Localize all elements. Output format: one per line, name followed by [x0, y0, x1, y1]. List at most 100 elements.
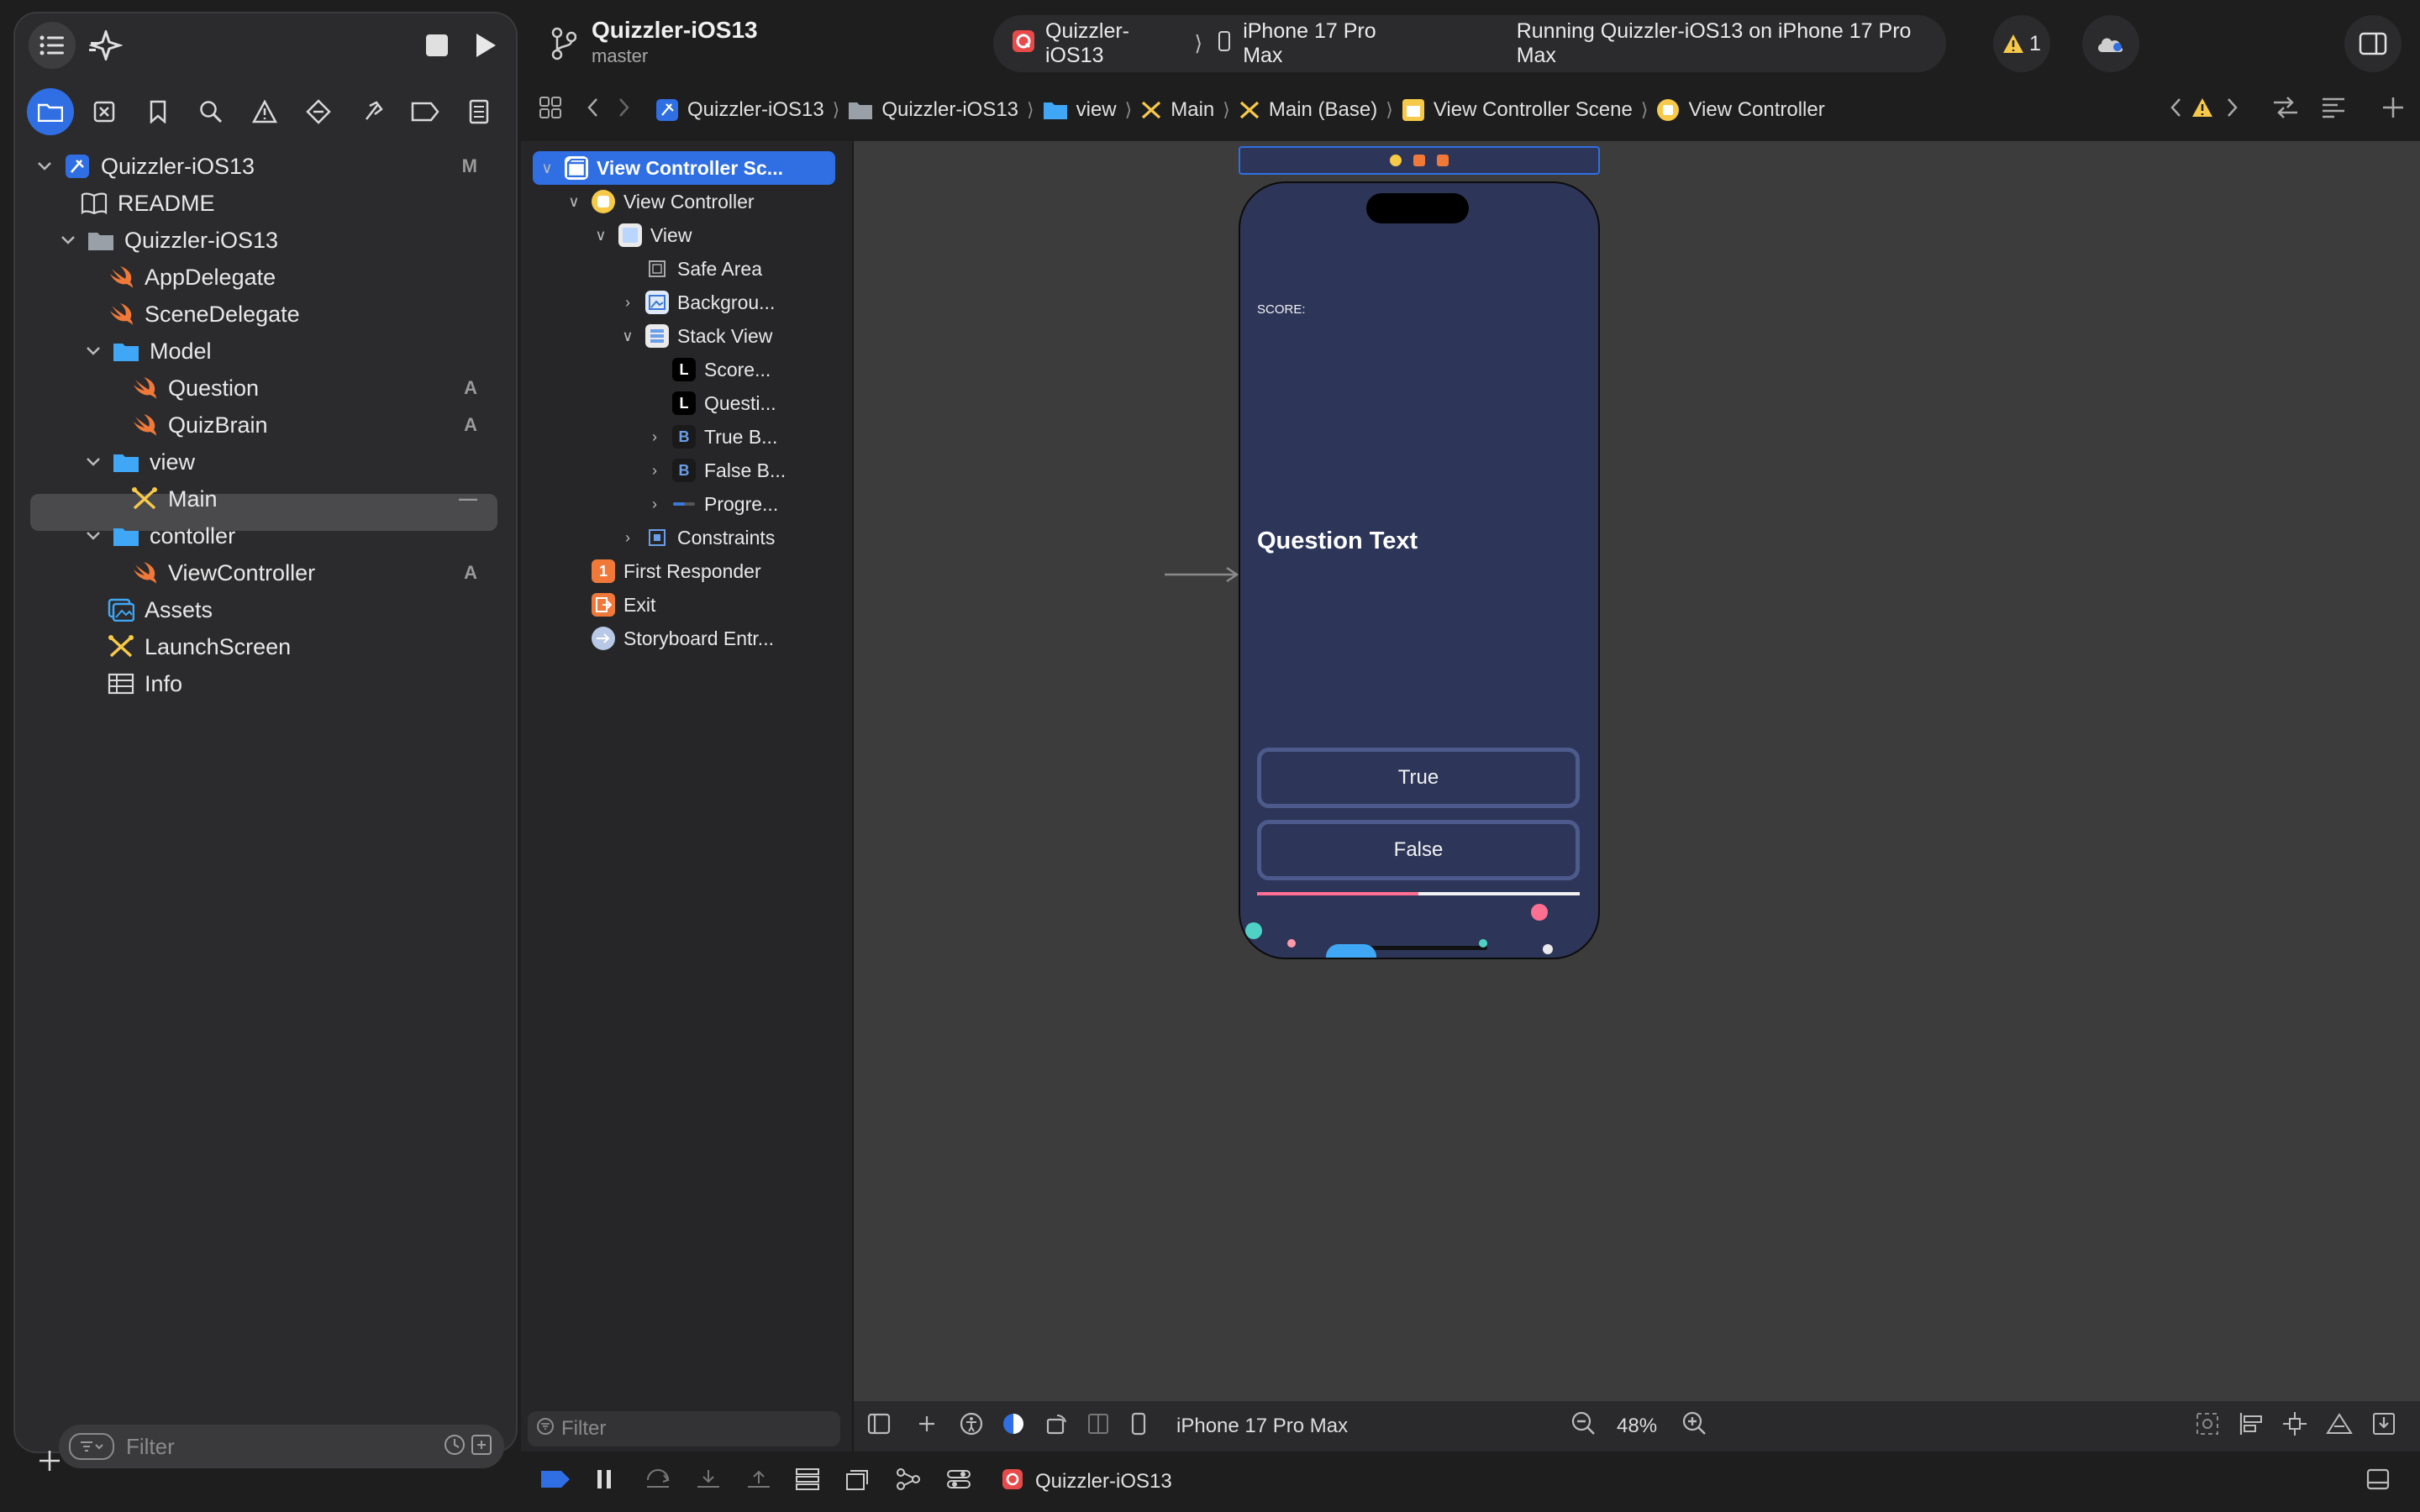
add-plus-icon[interactable]	[918, 1415, 936, 1439]
nav-item-viewcontroller[interactable]: ViewController A	[129, 554, 501, 591]
zoom-in-icon[interactable]	[1682, 1411, 1707, 1442]
forward-arrow-icon[interactable]	[618, 97, 630, 123]
storyboard-canvas[interactable]	[854, 141, 2420, 1401]
outline-item-view[interactable]: ∨ View	[592, 218, 692, 252]
score-label[interactable]: SCORE:	[1257, 302, 1306, 317]
breadcrumb-main[interactable]: Main ⟩	[1140, 98, 1230, 122]
pause-icon[interactable]	[595, 1468, 613, 1496]
breadcrumb-scene[interactable]: View Controller Scene ⟩	[1402, 98, 1648, 122]
first-responder-icon[interactable]	[1413, 155, 1425, 166]
outline-item-background[interactable]: › Backgrou...	[618, 286, 775, 319]
scheme-name[interactable]: Quizzler-iOS13	[1045, 19, 1184, 68]
outline-item-stack-view[interactable]: ∨ Stack View	[618, 319, 772, 353]
split-view-icon[interactable]	[1087, 1413, 1109, 1441]
false-button[interactable]: False	[1257, 820, 1580, 880]
outline-item-true-button[interactable]: › B True B...	[645, 420, 777, 454]
question-label[interactable]: Question Text	[1257, 528, 1418, 555]
filter-options-icon[interactable]	[69, 1433, 114, 1460]
add-constraints-icon[interactable]	[2282, 1411, 2307, 1442]
outline-item-view-controller[interactable]: ∨ View Controller	[565, 185, 755, 218]
outline-item-false-button[interactable]: › B False B...	[645, 454, 786, 487]
outline-item-exit[interactable]: Exit	[592, 588, 655, 622]
nav-item-quizbrain[interactable]: QuizBrain A	[129, 407, 501, 444]
tab-project-navigator[interactable]	[27, 88, 74, 135]
tab-debug[interactable]	[349, 88, 396, 135]
align-icon[interactable]	[2238, 1411, 2264, 1442]
run-destination[interactable]: iPhone 17 Pro Max	[1243, 19, 1418, 68]
breadcrumb-view-controller[interactable]: View Controller	[1656, 98, 1825, 122]
document-outline-toggle-icon[interactable]	[867, 1413, 891, 1441]
true-button[interactable]: True	[1257, 748, 1580, 808]
progress-bar[interactable]	[1257, 892, 1580, 895]
nav-item-controller-folder[interactable]: contoller	[82, 517, 501, 554]
nav-item-appdelegate[interactable]: AppDelegate	[106, 259, 501, 296]
stop-button[interactable]	[424, 32, 450, 59]
tab-tests[interactable]	[295, 88, 342, 135]
view-controller-icon[interactable]	[1390, 155, 1402, 166]
nav-item-assets[interactable]: Assets	[106, 591, 501, 628]
editor-options-icon[interactable]	[2321, 97, 2346, 124]
breadcrumb-group[interactable]: Quizzler-iOS13 ⟩	[848, 98, 1034, 122]
accessibility-icon[interactable]	[960, 1412, 983, 1441]
next-issue-icon[interactable]	[2227, 97, 2238, 123]
scene-dock[interactable]	[1239, 146, 1600, 175]
tab-bookmarks[interactable]	[134, 88, 182, 135]
outline-item-storyboard-entry[interactable]: Storyboard Entr...	[592, 622, 774, 655]
device-frame[interactable]: SCORE: Question Text True False	[1239, 181, 1600, 959]
source-control-filter-icon[interactable]	[471, 1434, 492, 1460]
orientation-icon[interactable]	[1045, 1412, 1069, 1441]
cloud-status-button[interactable]	[2082, 15, 2139, 72]
navigator-filter-field[interactable]: Filter	[59, 1425, 504, 1468]
outline-item-progress-view[interactable]: › Progre...	[645, 487, 778, 521]
outline-item-safe-area[interactable]: Safe Area	[645, 252, 762, 286]
nav-item-model-folder[interactable]: Model	[82, 333, 501, 370]
back-arrow-icon[interactable]	[587, 97, 598, 123]
step-into-icon[interactable]	[696, 1468, 721, 1496]
outline-item-constraints[interactable]: › Constraints	[618, 521, 775, 554]
update-frames-icon[interactable]	[2195, 1411, 2220, 1442]
tab-find[interactable]	[187, 88, 234, 135]
zoom-out-icon[interactable]	[1571, 1411, 1597, 1442]
nav-item-group-root[interactable]: Quizzler-iOS13	[57, 222, 501, 259]
debug-target[interactable]: Quizzler-iOS13	[1035, 1470, 1172, 1494]
library-plus-icon[interactable]	[2381, 96, 2405, 125]
breadcrumb-project[interactable]: Quizzler-iOS13 ⟩	[655, 98, 839, 122]
view-hierarchy-icon[interactable]	[795, 1467, 820, 1497]
add-file-button[interactable]	[37, 1448, 62, 1473]
tab-reports[interactable]	[455, 88, 502, 135]
appearance-icon[interactable]	[1002, 1412, 1025, 1441]
tab-breakpoints[interactable]	[402, 88, 449, 135]
breakpoints-toggle-icon[interactable]	[539, 1469, 571, 1495]
outline-item-first-responder[interactable]: 1 First Responder	[592, 554, 761, 588]
warning-icon[interactable]	[2191, 97, 2213, 123]
exit-icon[interactable]	[1437, 155, 1449, 166]
nav-item-readme[interactable]: README	[79, 185, 501, 222]
outline-filter-field[interactable]: Filter	[528, 1411, 840, 1446]
memory-graph-icon[interactable]	[896, 1467, 921, 1497]
inspector-toggle-button[interactable]	[2344, 15, 2402, 72]
entry-point-arrow[interactable]	[1163, 566, 1240, 587]
nav-item-project[interactable]: Quizzler-iOS13 M	[34, 148, 501, 185]
debug-area-toggle-icon[interactable]	[2366, 1468, 2390, 1496]
adjust-editor-icon[interactable]	[2272, 96, 2299, 125]
breadcrumb-view-folder[interactable]: view ⟩	[1043, 98, 1132, 122]
resolve-issues-icon[interactable]	[2326, 1411, 2353, 1442]
embed-in-icon[interactable]	[2371, 1411, 2396, 1442]
nav-item-main-storyboard[interactable]: Main —	[129, 480, 501, 517]
tab-source-control[interactable]	[81, 88, 128, 135]
navigator-toggle-button[interactable]	[29, 22, 76, 69]
run-button[interactable]	[471, 30, 501, 60]
warnings-button[interactable]: 1	[1993, 15, 2050, 72]
coding-assistant-button[interactable]	[82, 22, 129, 69]
breadcrumb-main-base[interactable]: Main (Base) ⟩	[1239, 98, 1393, 122]
outline-item-score-label[interactable]: L Score...	[672, 353, 771, 386]
nav-item-view-folder[interactable]: view	[82, 444, 501, 480]
previous-issue-icon[interactable]	[2170, 97, 2181, 123]
nav-item-info[interactable]: Info	[106, 665, 501, 702]
step-out-icon[interactable]	[746, 1468, 771, 1496]
activity-area[interactable]: Quizzler-iOS13 ⟩ iPhone 17 Pro Max Runni…	[993, 15, 1946, 72]
recent-files-icon[interactable]	[444, 1434, 466, 1460]
device-configuration[interactable]: iPhone 17 Pro Max	[1176, 1415, 1348, 1438]
nav-item-scenedelegate[interactable]: SceneDelegate	[106, 296, 501, 333]
device-icon[interactable]	[1131, 1412, 1146, 1441]
